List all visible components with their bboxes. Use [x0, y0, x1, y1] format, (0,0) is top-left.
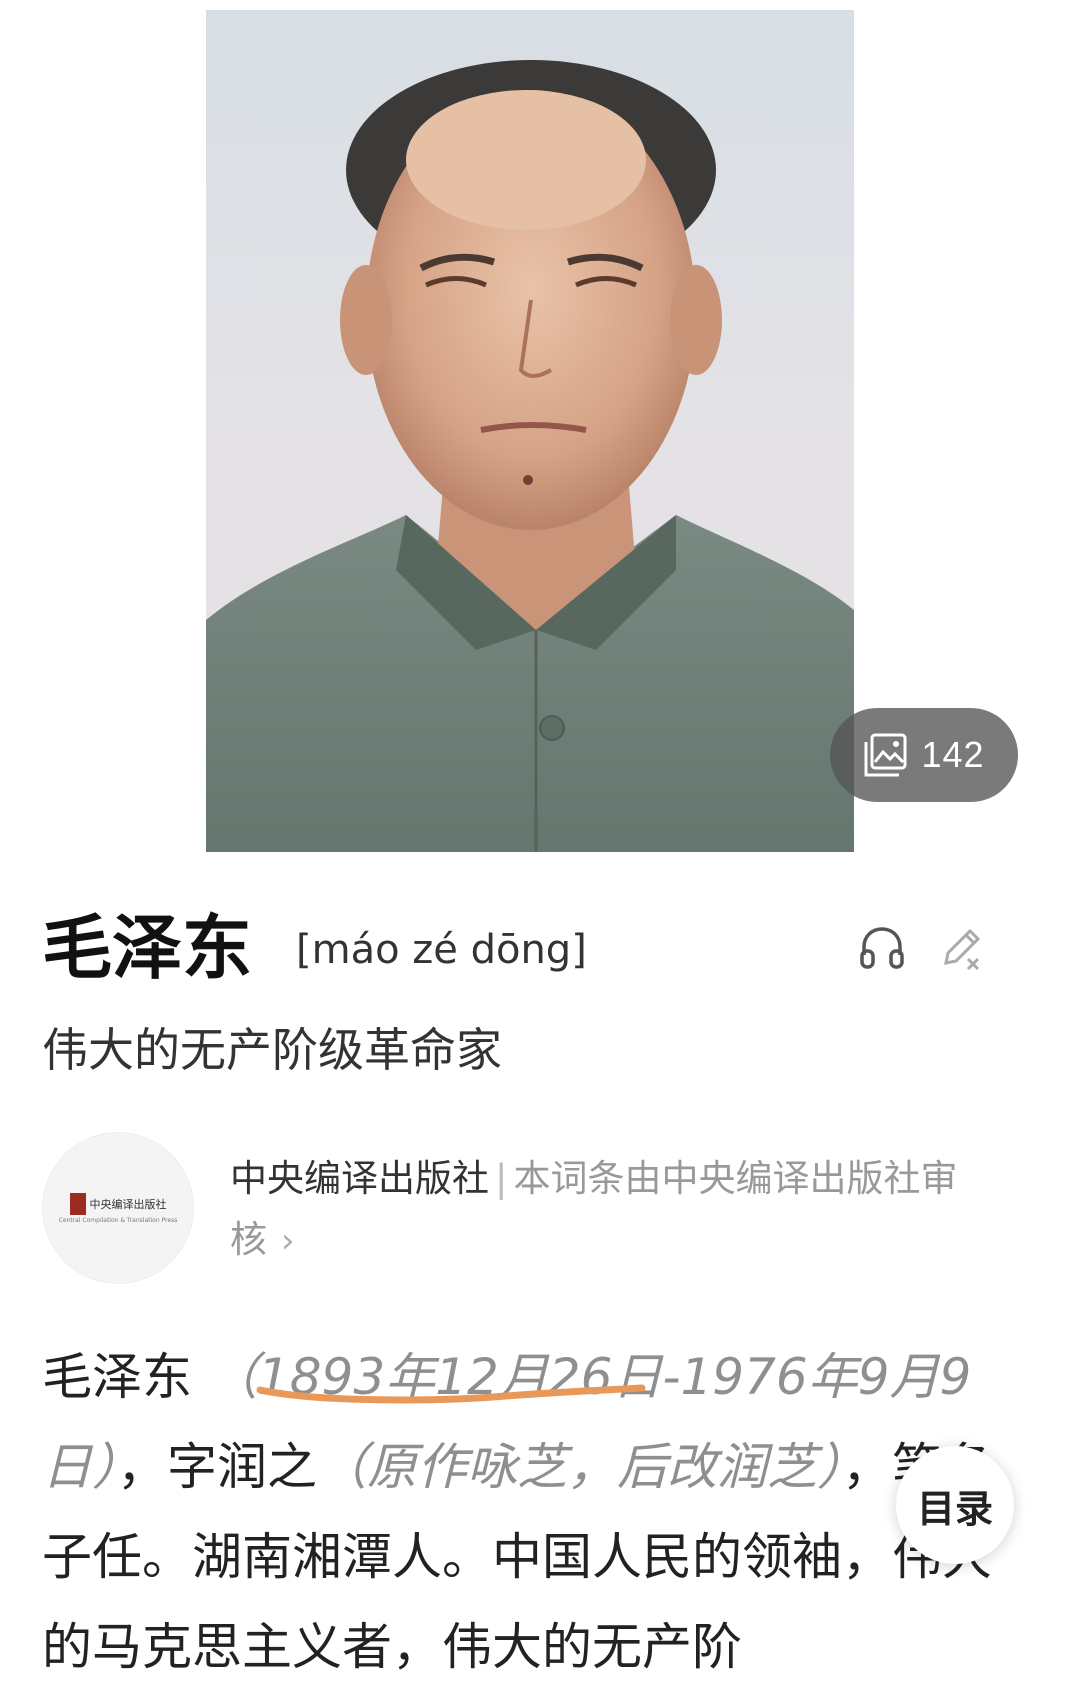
logo-text: 中央编译出版社 [89, 1197, 167, 1211]
dates-open: （ [207, 1348, 258, 1406]
logo-mark: 中央编译出版社 [69, 1192, 167, 1215]
birth-date: 1893年12月26日 [257, 1348, 663, 1406]
chevron-right-icon[interactable]: › [281, 1221, 295, 1261]
publisher-info[interactable]: 中央编译出版社 | 本词条由中央编译出版社审核 › [230, 1148, 1020, 1272]
courtesy-note: （原作咏芝，后改润芝） [317, 1438, 842, 1496]
courtesy-name: 字润之 [167, 1438, 317, 1496]
image-gallery-icon [864, 733, 907, 777]
gallery-count-badge[interactable]: 142 [830, 708, 1018, 802]
edit-button[interactable] [936, 921, 988, 973]
edit-pen-icon [944, 928, 981, 971]
entry-subtitle: 伟大的无产阶级革命家 [42, 1023, 502, 1077]
publisher-name: 中央编译出版社 [230, 1157, 489, 1200]
portrait-image[interactable] [206, 10, 854, 852]
publisher-seal-icon [69, 1192, 86, 1215]
article-name: 毛泽东 [42, 1348, 192, 1406]
logo-subtext: Central Compilation & Translation Press [58, 1216, 178, 1224]
entry-pinyin: [máo zé dōng] [296, 927, 587, 973]
audio-button[interactable] [856, 921, 908, 973]
table-of-contents-button[interactable]: 目录 [896, 1446, 1014, 1564]
publisher-logo[interactable]: 中央编译出版社 Central Compilation & Translatio… [42, 1132, 194, 1284]
entry-title: 毛泽东 [42, 907, 252, 989]
portrait-illustration [206, 60, 854, 852]
publisher-separator: | [495, 1157, 508, 1200]
headphones-icon [860, 927, 904, 969]
comma: ， [117, 1438, 167, 1496]
gallery-count: 142 [921, 734, 985, 775]
article-paragraph: 毛泽东 （1893年12月26日-1976年9月9日），字润之（原作咏芝，后改润… [42, 1332, 1032, 1692]
